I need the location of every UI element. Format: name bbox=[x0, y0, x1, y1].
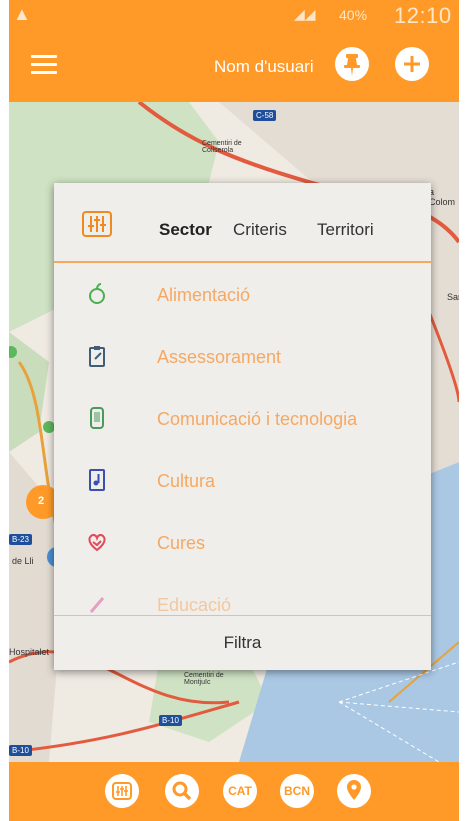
location-pin-icon bbox=[347, 780, 361, 800]
pencil-icon bbox=[89, 597, 105, 613]
sliders-icon bbox=[112, 782, 132, 800]
sector-label: Cures bbox=[157, 533, 206, 553]
clipboard-icon bbox=[89, 346, 105, 367]
plus-icon bbox=[404, 56, 420, 72]
road-badge: B-23 bbox=[9, 534, 32, 545]
sector-label: Cultura bbox=[157, 471, 216, 491]
cat-button[interactable]: CAT bbox=[223, 774, 257, 808]
heart-hands-icon bbox=[88, 533, 106, 552]
pin-icon bbox=[344, 54, 360, 76]
sector-item-comunicacio[interactable]: Comunicació i tecnologia bbox=[54, 389, 431, 451]
map-label: de Lli bbox=[12, 556, 34, 566]
search-icon bbox=[172, 781, 192, 801]
app-header: Nom d'usuari bbox=[9, 30, 459, 102]
search-button[interactable] bbox=[165, 774, 199, 808]
sector-label: Alimentació bbox=[157, 285, 251, 305]
sector-label: Educació bbox=[157, 595, 232, 615]
road-badge: B-10 bbox=[159, 715, 182, 726]
sector-label: Assessorament bbox=[157, 347, 282, 367]
tab-bar: Sector Criteris Territori bbox=[54, 183, 431, 263]
filter-button[interactable] bbox=[105, 774, 139, 808]
sector-label: Comunicació i tecnologia bbox=[157, 409, 358, 429]
username[interactable]: Nom d'usuari bbox=[214, 57, 314, 77]
music-book-icon bbox=[89, 469, 105, 491]
tab-criteris[interactable]: Criteris bbox=[233, 220, 287, 240]
sector-item-cures[interactable]: Cures bbox=[54, 513, 431, 575]
map-label: a Colom bbox=[429, 187, 456, 207]
map-label: San bbox=[447, 292, 459, 302]
pin-button[interactable] bbox=[335, 47, 369, 81]
sector-item-alimentacio[interactable]: Alimentació bbox=[54, 265, 431, 327]
map-label: Hospitalet bbox=[9, 647, 50, 657]
location-button[interactable] bbox=[337, 774, 371, 808]
road-badge: C-58 bbox=[253, 110, 277, 121]
tab-territori[interactable]: Territori bbox=[317, 220, 374, 240]
sector-item-educacio[interactable]: Educació bbox=[54, 575, 431, 615]
smartphone-icon bbox=[90, 407, 104, 429]
sector-item-cultura[interactable]: Cultura bbox=[54, 451, 431, 513]
battery-text: 40% bbox=[339, 7, 368, 23]
clock: 12:10 bbox=[394, 3, 452, 28]
filter-dialog: Sector Criteris Territori Alimentació As… bbox=[54, 183, 431, 670]
sector-item-assessorament[interactable]: Assessorament bbox=[54, 327, 431, 389]
dialog-footer: Filtra bbox=[54, 615, 431, 670]
warning-icon: ▲ bbox=[13, 4, 31, 24]
add-button[interactable] bbox=[395, 47, 429, 81]
map-label: Cementiri de Montjuïc bbox=[184, 672, 224, 686]
map-label: Cementiri de Collserola bbox=[202, 140, 242, 154]
app-screen: ▲ ◢◢ 40% 12:10 Nom d'usuari C-58 B-23 B-… bbox=[9, 0, 459, 821]
sector-list: Alimentació Assessorament Comunicació i … bbox=[54, 265, 431, 615]
sliders-icon bbox=[82, 211, 112, 237]
signal-icon: ◢◢ bbox=[294, 6, 316, 22]
status-bar: ▲ ◢◢ 40% 12:10 bbox=[9, 0, 459, 30]
filtra-button[interactable]: Filtra bbox=[54, 633, 431, 653]
bcn-button[interactable]: BCN bbox=[280, 774, 314, 808]
road-badge: B-10 bbox=[9, 745, 32, 756]
tab-sector[interactable]: Sector bbox=[159, 220, 212, 240]
cluster-count[interactable]: 2 bbox=[38, 495, 44, 507]
hamburger-menu-icon[interactable] bbox=[31, 55, 57, 75]
apple-icon bbox=[89, 283, 105, 304]
bottom-toolbar: CAT BCN bbox=[9, 762, 459, 821]
